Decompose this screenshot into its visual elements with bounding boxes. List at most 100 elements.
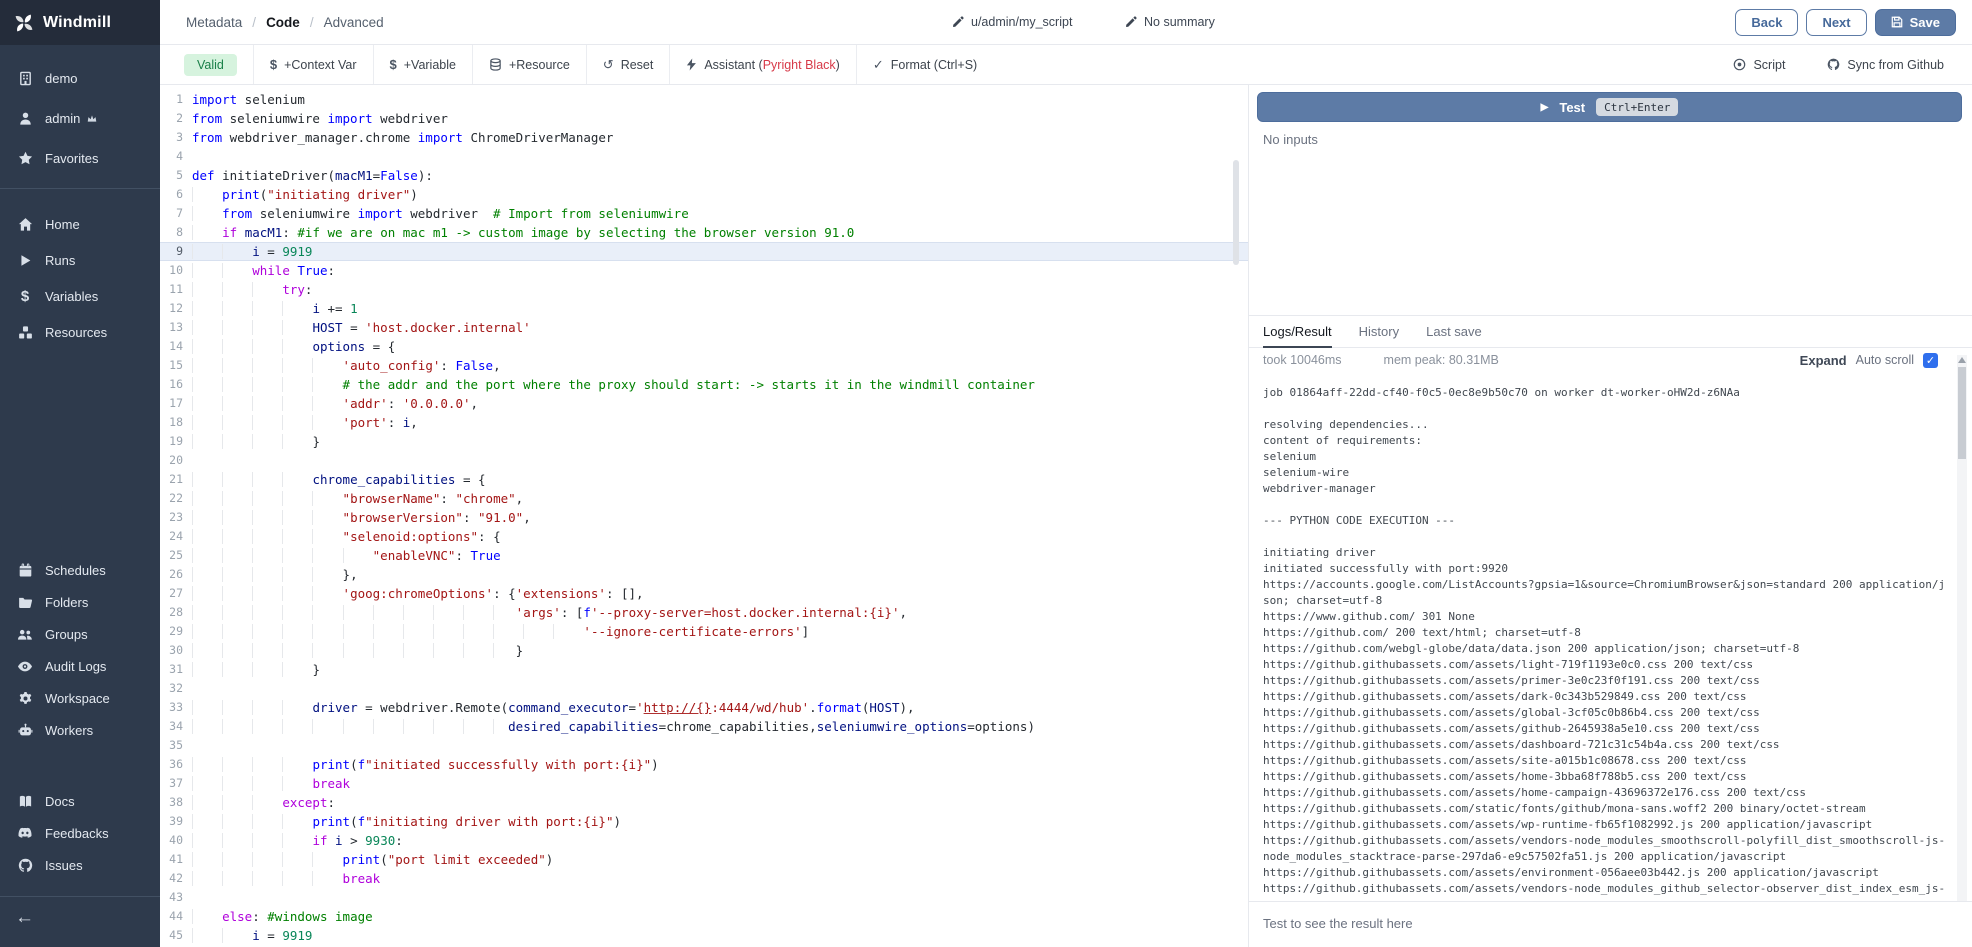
log-scrollbar-thumb[interactable] bbox=[1958, 367, 1966, 459]
code-line[interactable]: 38 except: bbox=[160, 793, 1248, 812]
code-line[interactable]: 40 if i > 9930: bbox=[160, 831, 1248, 850]
code-line[interactable]: 44 else: #windows image bbox=[160, 907, 1248, 926]
code-line[interactable]: 8 if macM1: #if we are on mac m1 -> cust… bbox=[160, 223, 1248, 242]
sidebar-item-user[interactable]: admin bbox=[0, 105, 160, 131]
scroll-up-icon[interactable] bbox=[1958, 357, 1966, 363]
code-line[interactable]: 24 "selenoid:options": { bbox=[160, 527, 1248, 546]
code-line[interactable]: 30 } bbox=[160, 641, 1248, 660]
sidebar-item-workspace-settings[interactable]: Workspace bbox=[0, 685, 160, 711]
code-line[interactable]: 11 try: bbox=[160, 280, 1248, 299]
code-line[interactable]: 18 'port': i, bbox=[160, 413, 1248, 432]
sidebar-help-nav: Docs Feedbacks Issues bbox=[0, 788, 160, 884]
format-button[interactable]: ✓ Format (Ctrl+S) bbox=[856, 45, 993, 84]
sidebar-item-resources[interactable]: Resources bbox=[0, 319, 160, 345]
sidebar-item-runs[interactable]: Runs bbox=[0, 247, 160, 273]
tab-history[interactable]: History bbox=[1359, 316, 1399, 347]
user-icon bbox=[16, 111, 34, 126]
sidebar-main-nav: Home Runs $ Variables Resources bbox=[0, 211, 160, 355]
code-line[interactable]: 41 print("port limit exceeded") bbox=[160, 850, 1248, 869]
code-line[interactable]: 1import selenium bbox=[160, 90, 1248, 109]
code-line[interactable]: 2from seleniumwire import webdriver bbox=[160, 109, 1248, 128]
app-logo[interactable]: Windmill bbox=[0, 0, 160, 45]
code-line[interactable]: 43 bbox=[160, 888, 1248, 907]
code-line[interactable]: 20 bbox=[160, 451, 1248, 470]
tab-advanced[interactable]: Advanced bbox=[324, 15, 384, 30]
code-line[interactable]: 42 break bbox=[160, 869, 1248, 888]
code-line[interactable]: 15 'auto_config': False, bbox=[160, 356, 1248, 375]
code-line[interactable]: 31 } bbox=[160, 660, 1248, 679]
back-button[interactable]: Back bbox=[1735, 9, 1798, 36]
code-line[interactable]: 33 driver = webdriver.Remote(command_exe… bbox=[160, 698, 1248, 717]
code-line[interactable]: 27 'goog:chromeOptions': {'extensions': … bbox=[160, 584, 1248, 603]
top-bar: Metadata / Code / Advanced u/admin/my_sc… bbox=[160, 0, 1972, 45]
code-line[interactable]: 28 'args': [f'--proxy-server=host.docker… bbox=[160, 603, 1248, 622]
add-variable-button[interactable]: $ +Variable bbox=[373, 45, 472, 84]
editor-scrollbar-thumb[interactable] bbox=[1233, 160, 1239, 265]
code-line[interactable]: 14 options = { bbox=[160, 337, 1248, 356]
add-resource-button[interactable]: +Resource bbox=[472, 45, 586, 84]
assistant-button[interactable]: Assistant (Pyright Black) bbox=[669, 45, 855, 84]
sidebar-item-issues[interactable]: Issues bbox=[0, 852, 160, 878]
tab-metadata[interactable]: Metadata bbox=[186, 15, 242, 30]
sidebar-item-workspace[interactable]: demo bbox=[0, 65, 160, 91]
code-line[interactable]: 10 while True: bbox=[160, 261, 1248, 280]
code-line[interactable]: 16 # the addr and the port where the pro… bbox=[160, 375, 1248, 394]
code-line[interactable]: 37 break bbox=[160, 774, 1248, 793]
lightning-icon bbox=[686, 58, 697, 71]
dollar-icon: $ bbox=[390, 58, 397, 71]
code-line[interactable]: 34 desired_capabilities=chrome_capabilit… bbox=[160, 717, 1248, 736]
code-line[interactable]: 19 } bbox=[160, 432, 1248, 451]
sidebar-item-folders[interactable]: Folders bbox=[0, 589, 160, 615]
code-line[interactable]: 22 "browserName": "chrome", bbox=[160, 489, 1248, 508]
collapse-sidebar-icon[interactable]: ← bbox=[15, 907, 34, 929]
code-line[interactable]: 36 print(f"initiated successfully with p… bbox=[160, 755, 1248, 774]
code-line[interactable]: 26 }, bbox=[160, 565, 1248, 584]
log-output[interactable]: job 01864aff-22dd-cf40-f0c5-0ec8e9b50c70… bbox=[1249, 372, 1948, 901]
code-line[interactable]: 4 bbox=[160, 147, 1248, 166]
sidebar-item-label: Docs bbox=[45, 794, 75, 809]
reset-button[interactable]: ↺ Reset bbox=[586, 45, 670, 84]
script-path-edit[interactable]: u/admin/my_script bbox=[952, 15, 1072, 29]
code-editor[interactable]: 1import selenium2from seleniumwire impor… bbox=[160, 85, 1248, 947]
code-line[interactable]: 35 bbox=[160, 736, 1248, 755]
code-line[interactable]: 32 bbox=[160, 679, 1248, 698]
code-line[interactable]: 21 chrome_capabilities = { bbox=[160, 470, 1248, 489]
code-line[interactable]: 3from webdriver_manager.chrome import Ch… bbox=[160, 128, 1248, 147]
code-line[interactable]: 12 i += 1 bbox=[160, 299, 1248, 318]
script-kind-button[interactable]: Script bbox=[1733, 58, 1785, 72]
book-icon bbox=[16, 794, 34, 809]
code-line[interactable]: 29 '--ignore-certificate-errors'] bbox=[160, 622, 1248, 641]
code-line[interactable]: 6 print("initiating driver") bbox=[160, 185, 1248, 204]
sidebar-item-docs[interactable]: Docs bbox=[0, 788, 160, 814]
sidebar-item-favorites[interactable]: Favorites bbox=[0, 145, 160, 171]
floppy-icon bbox=[1891, 16, 1903, 28]
code-line[interactable]: 23 "browserVersion": "91.0", bbox=[160, 508, 1248, 527]
code-line[interactable]: 13 HOST = 'host.docker.internal' bbox=[160, 318, 1248, 337]
sync-from-github-button[interactable]: Sync from Github bbox=[1827, 58, 1944, 72]
tab-logs-result[interactable]: Logs/Result bbox=[1263, 316, 1332, 347]
tab-code[interactable]: Code bbox=[266, 15, 300, 30]
test-button[interactable]: ▶ Test Ctrl+Enter bbox=[1257, 92, 1962, 122]
code-line[interactable]: 17 'addr': '0.0.0.0', bbox=[160, 394, 1248, 413]
tab-last-save[interactable]: Last save bbox=[1426, 316, 1482, 347]
sidebar-item-schedules[interactable]: Schedules bbox=[0, 557, 160, 583]
code-line[interactable]: 39 print(f"initiating driver with port:{… bbox=[160, 812, 1248, 831]
sidebar-item-home[interactable]: Home bbox=[0, 211, 160, 237]
sidebar-item-groups[interactable]: Groups bbox=[0, 621, 160, 647]
save-button[interactable]: Save bbox=[1875, 9, 1956, 36]
code-line[interactable]: 5def initiateDriver(macM1=False): bbox=[160, 166, 1248, 185]
sidebar-item-feedbacks[interactable]: Feedbacks bbox=[0, 820, 160, 846]
sidebar-item-variables[interactable]: $ Variables bbox=[0, 283, 160, 309]
autoscroll-checkbox[interactable]: ✓ bbox=[1923, 353, 1938, 368]
sidebar-item-workers[interactable]: Workers bbox=[0, 717, 160, 743]
code-line[interactable]: 25 "enableVNC": True bbox=[160, 546, 1248, 565]
sidebar-item-audit-logs[interactable]: Audit Logs bbox=[0, 653, 160, 679]
code-line[interactable]: 9 i = 9919 bbox=[160, 242, 1248, 261]
log-scrollbar[interactable] bbox=[1957, 355, 1967, 901]
next-button[interactable]: Next bbox=[1806, 9, 1866, 36]
expand-logs-button[interactable]: Expand bbox=[1800, 353, 1847, 368]
code-line[interactable]: 7 from seleniumwire import webdriver # I… bbox=[160, 204, 1248, 223]
script-summary-edit[interactable]: No summary bbox=[1125, 15, 1215, 29]
code-line[interactable]: 45 i = 9919 bbox=[160, 926, 1248, 945]
add-context-var-button[interactable]: $ +Context Var bbox=[253, 45, 373, 84]
